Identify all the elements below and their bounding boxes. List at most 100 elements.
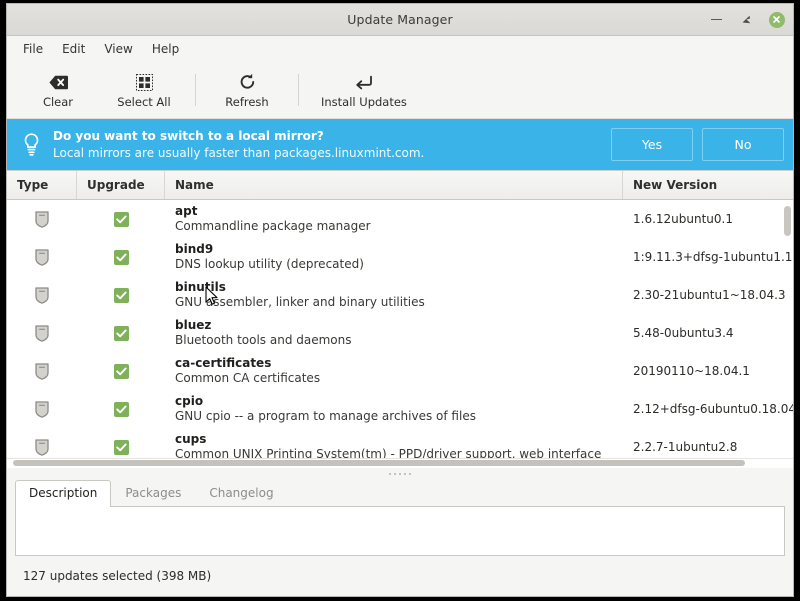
upgrade-checkbox-cell[interactable]: [77, 364, 165, 379]
upgrade-checkbox-cell[interactable]: [77, 402, 165, 417]
table-row[interactable]: ca-certificatesCommon CA certificates201…: [7, 352, 793, 390]
infobar-yes-button[interactable]: Yes: [611, 128, 693, 161]
package-name-cell: aptCommandline package manager: [165, 204, 623, 234]
window-title: Update Manager: [347, 12, 452, 27]
package-version: 2.2.7-1ubuntu2.8: [623, 440, 793, 454]
table-row[interactable]: binutilsGNU assembler, linker and binary…: [7, 276, 793, 314]
refresh-button[interactable]: Refresh: [204, 70, 290, 110]
splitter-dot: [394, 473, 396, 475]
infobar-actions: Yes No: [611, 128, 784, 161]
clear-button[interactable]: Clear: [15, 70, 101, 110]
minimize-icon: [711, 19, 722, 21]
upgrade-checkbox[interactable]: [114, 364, 129, 379]
menu-item-view[interactable]: View: [95, 39, 141, 59]
package-description: Common CA certificates: [175, 371, 623, 386]
upgrade-checkbox[interactable]: [114, 402, 129, 417]
select-all-button[interactable]: Select All: [101, 70, 187, 110]
package-version: 5.48-0ubuntu3.4: [623, 326, 793, 340]
menu-item-edit[interactable]: Edit: [53, 39, 94, 59]
update-manager-window: Update Manager File Edit View H: [6, 3, 794, 597]
upgrade-checkbox[interactable]: [114, 326, 129, 341]
column-header-new-version[interactable]: New Version: [623, 171, 793, 199]
status-bar: 127 updates selected (398 MB): [7, 556, 793, 596]
package-version: 2.30-21ubuntu1~18.04.3: [623, 288, 793, 302]
tab-packages[interactable]: Packages: [111, 480, 195, 506]
menu-item-help[interactable]: Help: [143, 39, 188, 59]
infobar-title: Do you want to switch to a local mirror?: [53, 129, 611, 144]
upgrade-checkbox[interactable]: [114, 440, 129, 455]
menu-item-file[interactable]: File: [14, 39, 52, 59]
splitter-dot: [404, 473, 406, 475]
upgrade-checkbox-cell[interactable]: [77, 212, 165, 227]
local-mirror-infobar: Do you want to switch to a local mirror?…: [7, 119, 793, 170]
tab-changelog[interactable]: Changelog: [195, 480, 287, 506]
horizontal-scrollbar[interactable]: [7, 458, 793, 468]
package-name-cell: cupsCommon UNIX Printing System(tm) - PP…: [165, 432, 623, 458]
package-list-header: Type Upgrade Name New Version: [7, 171, 793, 200]
close-icon: [769, 12, 785, 28]
window-controls: [708, 4, 785, 35]
close-button[interactable]: [768, 11, 785, 28]
table-row[interactable]: cupsCommon UNIX Printing System(tm) - PP…: [7, 428, 793, 458]
package-name: bind9: [175, 242, 623, 257]
title-bar: Update Manager: [7, 4, 793, 36]
splitter-dot: [409, 473, 411, 475]
table-row[interactable]: bind9DNS lookup utility (deprecated)1:9.…: [7, 238, 793, 276]
package-version: 2.12+dfsg-6ubuntu0.18.04: [623, 402, 793, 416]
column-header-name[interactable]: Name: [165, 171, 623, 199]
shield-icon: [7, 249, 77, 266]
shield-icon: [7, 401, 77, 418]
package-description: GNU assembler, linker and binary utiliti…: [175, 295, 623, 310]
horizontal-scrollbar-thumb[interactable]: [13, 460, 745, 466]
package-description: Commandline package manager: [175, 219, 623, 234]
package-name-cell: bind9DNS lookup utility (deprecated): [165, 242, 623, 272]
column-header-type[interactable]: Type: [7, 171, 77, 199]
upgrade-checkbox-cell[interactable]: [77, 326, 165, 341]
infobar-no-button[interactable]: No: [702, 128, 784, 161]
package-description: GNU cpio -- a program to manage archives…: [175, 409, 623, 424]
package-name: ca-certificates: [175, 356, 623, 371]
package-name-cell: binutilsGNU assembler, linker and binary…: [165, 280, 623, 310]
package-version: 20190110~18.04.1: [623, 364, 793, 378]
infobar-text: Do you want to switch to a local mirror?…: [53, 129, 611, 161]
menu-bar: File Edit View Help: [7, 36, 793, 62]
tab-description[interactable]: Description: [15, 480, 111, 507]
detail-notebook: Description Packages Changelog: [7, 479, 793, 556]
package-name: apt: [175, 204, 623, 219]
refresh-label: Refresh: [225, 95, 268, 109]
clear-label: Clear: [43, 95, 73, 109]
package-name-cell: bluezBluetooth tools and daemons: [165, 318, 623, 348]
package-rows: aptCommandline package manager1.6.12ubun…: [7, 200, 793, 458]
install-updates-button[interactable]: Install Updates: [307, 70, 421, 110]
toolbar-separator-1: [195, 74, 196, 106]
table-row[interactable]: aptCommandline package manager1.6.12ubun…: [7, 200, 793, 238]
splitter-dot: [389, 473, 391, 475]
select-all-icon: [136, 72, 153, 92]
install-updates-icon: [355, 72, 373, 92]
upgrade-checkbox[interactable]: [114, 212, 129, 227]
upgrade-checkbox[interactable]: [114, 288, 129, 303]
package-name-cell: ca-certificatesCommon CA certificates: [165, 356, 623, 386]
select-all-label: Select All: [117, 95, 170, 109]
package-name-cell: cpioGNU cpio -- a program to manage arch…: [165, 394, 623, 424]
pane-splitter[interactable]: [7, 468, 793, 479]
upgrade-checkbox[interactable]: [114, 250, 129, 265]
table-row[interactable]: bluezBluetooth tools and daemons5.48-0ub…: [7, 314, 793, 352]
upgrade-checkbox-cell[interactable]: [77, 288, 165, 303]
toolbar-separator-2: [298, 74, 299, 106]
upgrade-checkbox-cell[interactable]: [77, 250, 165, 265]
table-row[interactable]: cpioGNU cpio -- a program to manage arch…: [7, 390, 793, 428]
maximize-icon: [741, 14, 752, 25]
splitter-dot: [399, 473, 401, 475]
vertical-scrollbar[interactable]: [783, 202, 792, 456]
refresh-icon: [239, 72, 256, 92]
maximize-button[interactable]: [738, 11, 755, 28]
upgrade-checkbox-cell[interactable]: [77, 440, 165, 455]
vertical-scrollbar-thumb[interactable]: [784, 206, 791, 236]
minimize-button[interactable]: [708, 11, 725, 28]
clear-icon: [49, 72, 68, 92]
column-header-upgrade[interactable]: Upgrade: [77, 171, 165, 199]
shield-icon: [7, 325, 77, 342]
package-name: binutils: [175, 280, 623, 295]
package-description: Bluetooth tools and daemons: [175, 333, 623, 348]
